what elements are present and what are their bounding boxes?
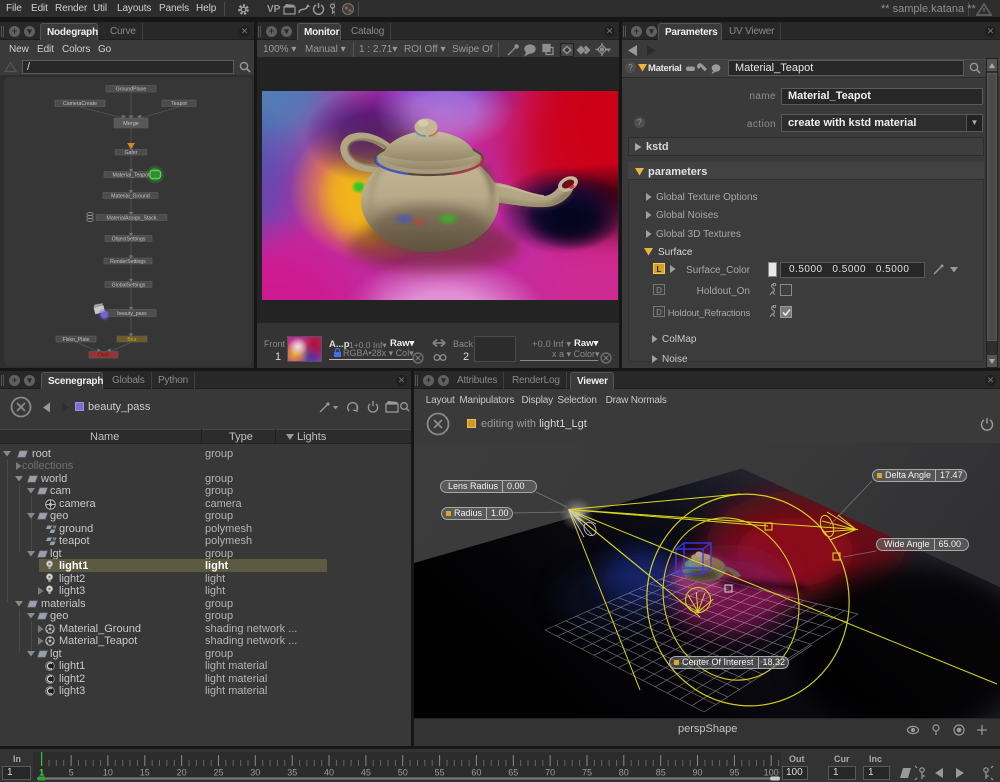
svg-text:30: 30 [250, 768, 260, 778]
svg-text:Teapot: Teapot [171, 101, 187, 107]
svg-text:85: 85 [656, 768, 666, 778]
svg-text:25: 25 [213, 768, 223, 778]
svg-text:75: 75 [582, 768, 592, 778]
svg-text:65: 65 [508, 768, 518, 778]
svg-text:95: 95 [729, 768, 739, 778]
svg-text:Gafer: Gafer [125, 150, 138, 156]
svg-text:50: 50 [398, 768, 408, 778]
svg-text:5: 5 [69, 768, 74, 778]
svg-text:Flskn_Plate: Flskn_Plate [62, 337, 89, 343]
svg-text:80: 80 [619, 768, 629, 778]
svg-text:GlobalSettings: GlobalSettings [112, 282, 146, 288]
svg-text:Material_Ground: Material_Ground [111, 193, 150, 199]
svg-text:1: 1 [39, 768, 44, 778]
svg-text:70: 70 [545, 768, 555, 778]
svg-text:ObjectSettings: ObjectSettings [112, 236, 146, 242]
svg-text:10: 10 [103, 768, 113, 778]
svg-text:Merge: Merge [123, 121, 139, 127]
svg-text:20: 20 [177, 768, 187, 778]
svg-text:15: 15 [140, 768, 150, 778]
svg-text:45: 45 [361, 768, 371, 778]
svg-text:100: 100 [764, 768, 779, 778]
svg-text:GroundPlane: GroundPlane [116, 87, 147, 93]
svg-text:35: 35 [287, 768, 297, 778]
svg-text:RenderSettings: RenderSettings [110, 259, 146, 265]
svg-text:CameraCreate: CameraCreate [63, 101, 97, 107]
svg-text:90: 90 [692, 768, 702, 778]
svg-text:Material_Teapot: Material_Teapot [113, 172, 150, 178]
svg-text:55: 55 [435, 768, 445, 778]
svg-text:60: 60 [471, 768, 481, 778]
svg-text:MaterialAssign_Stack: MaterialAssign_Stack [107, 215, 157, 221]
svg-text:beauty_pass: beauty_pass [117, 311, 147, 317]
svg-text:40: 40 [324, 768, 334, 778]
svg-text:Blur: Blur [127, 337, 136, 343]
svg-text:Over: Over [98, 353, 110, 359]
